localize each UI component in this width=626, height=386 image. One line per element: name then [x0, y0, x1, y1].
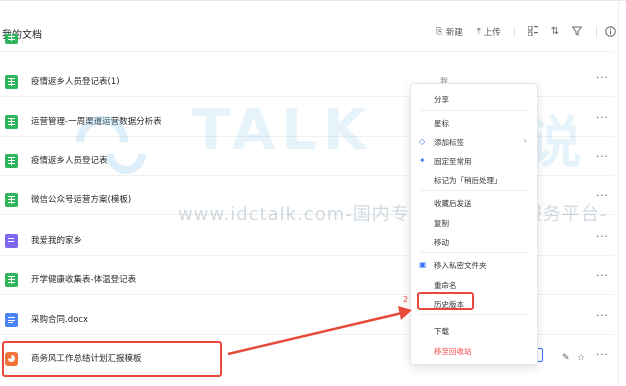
- menu-item-add-tag[interactable]: ◇ 添加标签 ›: [411, 133, 537, 151]
- menu-item-star[interactable]: 星标: [411, 114, 537, 132]
- tag-icon: ◇: [419, 137, 426, 146]
- file-name: 采购合同.docx: [31, 315, 89, 325]
- menu-item-collect-send[interactable]: 收藏后发送: [411, 194, 537, 212]
- menu-item-copy[interactable]: 复制: [411, 214, 537, 232]
- sheet-file-icon: [5, 193, 18, 207]
- selected-row-highlight-box: [2, 341, 222, 377]
- menu-divider: [419, 314, 529, 315]
- file-name: 微信公众号运营方案(模板): [31, 195, 132, 205]
- note-file-icon: [5, 234, 18, 248]
- menu-item-download[interactable]: 下载: [411, 322, 537, 340]
- sheet-file-icon: [5, 34, 18, 44]
- doc-file-icon: [5, 313, 18, 327]
- watermark-logo-icon: [76, 116, 146, 174]
- menu-divider: [419, 190, 529, 191]
- watermark-url: www.idctalk.com-国内专业云计算交流服务平台-: [178, 204, 608, 225]
- more-options-icon[interactable]: ···: [596, 271, 609, 282]
- sheet-file-icon: [5, 154, 18, 168]
- menu-item-trash[interactable]: 移至回收站: [411, 342, 537, 360]
- menu-divider: [419, 252, 529, 253]
- file-name: 疫情返乡人员登记表(1): [31, 77, 120, 87]
- more-options-icon[interactable]: ···: [596, 232, 609, 243]
- menu-item-pin[interactable]: ✦ 固定至常用: [411, 152, 537, 170]
- more-options-icon[interactable]: ···: [596, 350, 609, 361]
- chevron-right-icon: ›: [523, 136, 527, 145]
- lock-folder-icon: ▣: [419, 260, 427, 269]
- more-options-icon[interactable]: ···: [596, 73, 609, 84]
- history-highlight-box: [417, 292, 474, 310]
- row-divider: [0, 51, 614, 52]
- menu-item-share[interactable]: 分享: [411, 90, 537, 108]
- top-divider: [0, 0, 626, 1]
- menu-item-move[interactable]: 移动: [411, 233, 537, 251]
- star-icon[interactable]: ☆: [577, 353, 585, 363]
- sheet-file-icon: [5, 273, 18, 287]
- sheet-file-icon: [5, 75, 18, 89]
- menu-item-mark-later[interactable]: 标记为「稍后处理」: [411, 171, 537, 189]
- watermark-text: TALK: [192, 98, 373, 163]
- right-divider: [618, 0, 619, 386]
- list-item-partial[interactable]: [0, 34, 614, 52]
- file-name: 我爱我的家乡: [31, 236, 83, 246]
- file-name: 开学健康收集表-体温登记表: [31, 275, 137, 285]
- more-options-icon[interactable]: ···: [596, 113, 609, 124]
- step-number: 2: [403, 295, 409, 304]
- edit-icon[interactable]: ✎: [562, 353, 570, 363]
- context-menu: 分享 星标 ◇ 添加标签 › ✦ 固定至常用 标记为「稍后处理」 收藏后发送 复…: [410, 83, 538, 365]
- more-options-icon[interactable]: ···: [596, 311, 609, 322]
- menu-item-private-folder[interactable]: ▣ 移入私密文件夹: [411, 256, 537, 274]
- pin-icon: ✦: [419, 156, 426, 165]
- more-options-icon[interactable]: ···: [596, 152, 609, 163]
- sheet-file-icon: [5, 115, 18, 129]
- menu-divider: [419, 110, 529, 111]
